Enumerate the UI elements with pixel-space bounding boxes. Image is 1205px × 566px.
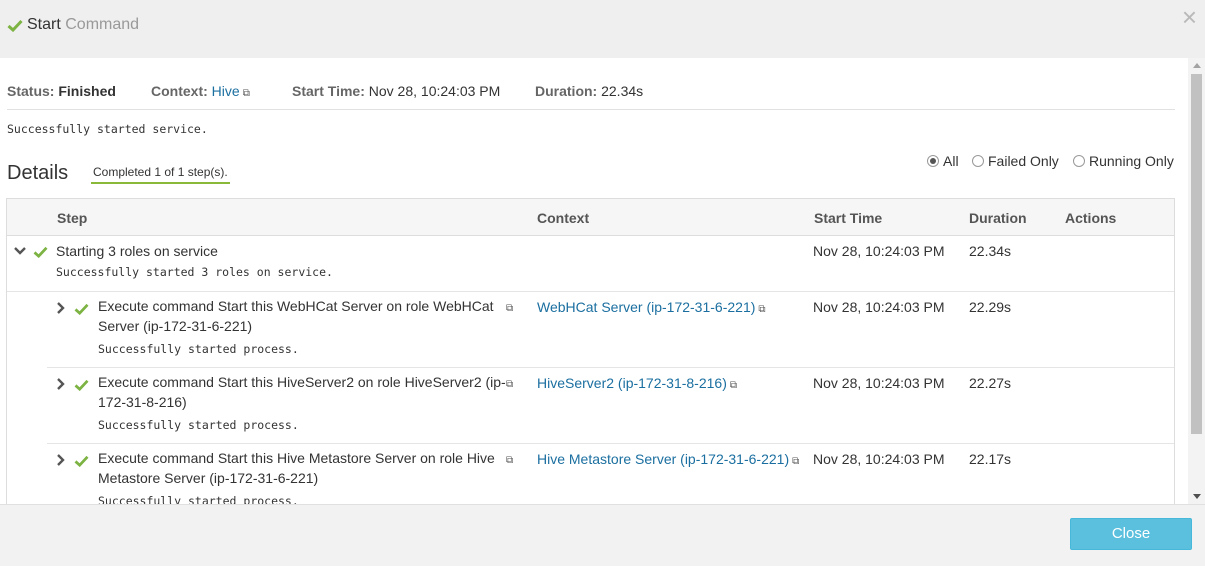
header-step: Step bbox=[57, 210, 88, 226]
close-button[interactable]: Close bbox=[1070, 518, 1192, 550]
scroll-down-icon[interactable] bbox=[1193, 494, 1201, 499]
duration-field: Duration: 22.34s bbox=[535, 83, 643, 99]
external-link-icon[interactable]: ⧉ bbox=[506, 303, 513, 314]
checkmark-icon bbox=[74, 302, 89, 318]
step-text: Execute command Start this HiveServer2 o… bbox=[98, 372, 506, 412]
external-link-icon[interactable]: ⧉ bbox=[730, 380, 737, 391]
table-row-parent: Starting 3 roles on service Successfully… bbox=[7, 236, 1174, 292]
table-row: Execute command Start this Hive Metastor… bbox=[7, 444, 1174, 504]
table-row: Execute command Start this HiveServer2 o… bbox=[7, 368, 1174, 444]
close-icon[interactable]: × bbox=[1182, 4, 1197, 30]
duration-label: Duration: bbox=[535, 83, 598, 99]
header-duration: Duration bbox=[969, 210, 1027, 226]
step-duration: 22.29s bbox=[969, 299, 1012, 315]
title-sub: Command bbox=[65, 16, 140, 33]
step-duration: 22.17s bbox=[969, 451, 1012, 467]
context-link[interactable]: WebHCat Server (ip-172-31-6-221) bbox=[537, 299, 755, 315]
modal-footer: Close bbox=[0, 504, 1205, 566]
modal-title: Start Command bbox=[27, 16, 139, 34]
modal-body: Status: Finished Context: Hive ⧉ Start Ti… bbox=[0, 58, 1187, 504]
filter-failed-label: Failed Only bbox=[988, 153, 1059, 169]
checkmark-icon bbox=[7, 19, 23, 37]
checkmark-icon bbox=[74, 454, 89, 470]
step-text-line1: Execute command Start this Hive Metastor… bbox=[98, 450, 495, 466]
checkmark-icon bbox=[74, 378, 89, 394]
filter-all-radio[interactable]: All bbox=[927, 153, 959, 169]
vertical-scrollbar[interactable] bbox=[1188, 58, 1205, 504]
step-text-line2: Metastore Server (ip-172-31-6-221) bbox=[98, 470, 319, 486]
step-context: WebHCat Server (ip-172-31-6-221) ⧉ bbox=[537, 299, 766, 315]
step-text-line2: Server (ip-172-31-6-221) bbox=[98, 318, 253, 334]
table-header: Step Context Start Time Duration Actions bbox=[7, 199, 1174, 236]
step-message: Successfully started process. bbox=[98, 342, 299, 356]
step-text-line1: Execute command Start this WebHCat Serve… bbox=[98, 298, 494, 314]
step-message: Successfully started 3 roles on service. bbox=[56, 265, 333, 279]
start-time-value: Nov 28, 10:24:03 PM bbox=[368, 83, 501, 99]
start-time-field: Start Time: Nov 28, 10:24:03 PM bbox=[292, 83, 500, 99]
status-label: Status: bbox=[7, 83, 55, 99]
chevron-right-icon[interactable] bbox=[56, 454, 65, 469]
step-start-time: Nov 28, 10:24:03 PM bbox=[813, 243, 945, 259]
step-text: Execute command Start this WebHCat Serve… bbox=[98, 296, 494, 336]
header-context: Context bbox=[537, 210, 590, 226]
header-actions: Actions bbox=[1065, 210, 1117, 226]
step-text-line2: 172-31-8-216) bbox=[98, 394, 187, 410]
external-link-icon[interactable]: ⧉ bbox=[506, 379, 513, 390]
context-link[interactable]: Hive bbox=[212, 83, 240, 99]
context-label: Context: bbox=[151, 83, 208, 99]
divider bbox=[7, 109, 1175, 110]
radio-icon bbox=[972, 155, 984, 167]
filter-failed-radio[interactable]: Failed Only bbox=[972, 153, 1059, 169]
status-field: Status: Finished bbox=[7, 83, 116, 99]
chevron-right-icon[interactable] bbox=[56, 302, 65, 317]
details-title: Details bbox=[7, 162, 69, 184]
filter-running-label: Running Only bbox=[1089, 153, 1174, 169]
start-time-label: Start Time: bbox=[292, 83, 365, 99]
steps-table: Step Context Start Time Duration Actions… bbox=[6, 198, 1175, 504]
scrollbar-thumb[interactable] bbox=[1191, 74, 1202, 434]
context-field: Context: Hive ⧉ bbox=[151, 83, 250, 99]
step-start-time: Nov 28, 10:24:03 PM bbox=[813, 299, 945, 315]
radio-selected-icon bbox=[927, 155, 939, 167]
radio-icon bbox=[1073, 155, 1085, 167]
external-link-icon[interactable]: ⧉ bbox=[506, 455, 513, 466]
chevron-right-icon[interactable] bbox=[56, 378, 65, 393]
step-duration: 22.34s bbox=[969, 243, 1012, 259]
external-link-icon[interactable]: ⧉ bbox=[792, 456, 799, 467]
filter-running-radio[interactable]: Running Only bbox=[1073, 153, 1174, 169]
status-value: Finished bbox=[58, 83, 116, 99]
external-link-icon[interactable]: ⧉ bbox=[758, 304, 765, 315]
duration-value: 22.34s bbox=[601, 83, 644, 99]
step-text: Execute command Start this Hive Metastor… bbox=[98, 448, 495, 488]
step-duration: 22.27s bbox=[969, 375, 1012, 391]
scroll-up-icon[interactable] bbox=[1193, 63, 1201, 68]
step-context: Hive Metastore Server (ip-172-31-6-221) ⧉ bbox=[537, 451, 799, 467]
context-link[interactable]: HiveServer2 (ip-172-31-8-216) bbox=[537, 375, 727, 391]
step-start-time: Nov 28, 10:24:03 PM bbox=[813, 451, 945, 467]
context-link[interactable]: Hive Metastore Server (ip-172-31-6-221) bbox=[537, 451, 789, 467]
summary-message: Successfully started service. bbox=[7, 122, 208, 136]
table-row: Execute command Start this WebHCat Serve… bbox=[7, 292, 1174, 368]
modal-header: Start Command × bbox=[0, 0, 1205, 58]
header-start-time: Start Time bbox=[814, 210, 883, 226]
title-main: Start bbox=[27, 16, 61, 33]
chevron-down-icon[interactable] bbox=[14, 244, 26, 259]
filter-all-label: All bbox=[943, 153, 959, 169]
step-start-time: Nov 28, 10:24:03 PM bbox=[813, 375, 945, 391]
external-link-icon[interactable]: ⧉ bbox=[243, 88, 250, 99]
checkmark-icon bbox=[33, 245, 48, 261]
step-context: HiveServer2 (ip-172-31-8-216) ⧉ bbox=[537, 375, 737, 391]
step-message: Successfully started process. bbox=[98, 418, 299, 432]
completed-tab[interactable]: Completed 1 of 1 step(s). bbox=[91, 165, 230, 184]
step-text: Starting 3 roles on service bbox=[56, 243, 218, 259]
step-message: Successfully started process. bbox=[98, 494, 299, 504]
step-text-line1: Execute command Start this HiveServer2 o… bbox=[98, 374, 506, 390]
